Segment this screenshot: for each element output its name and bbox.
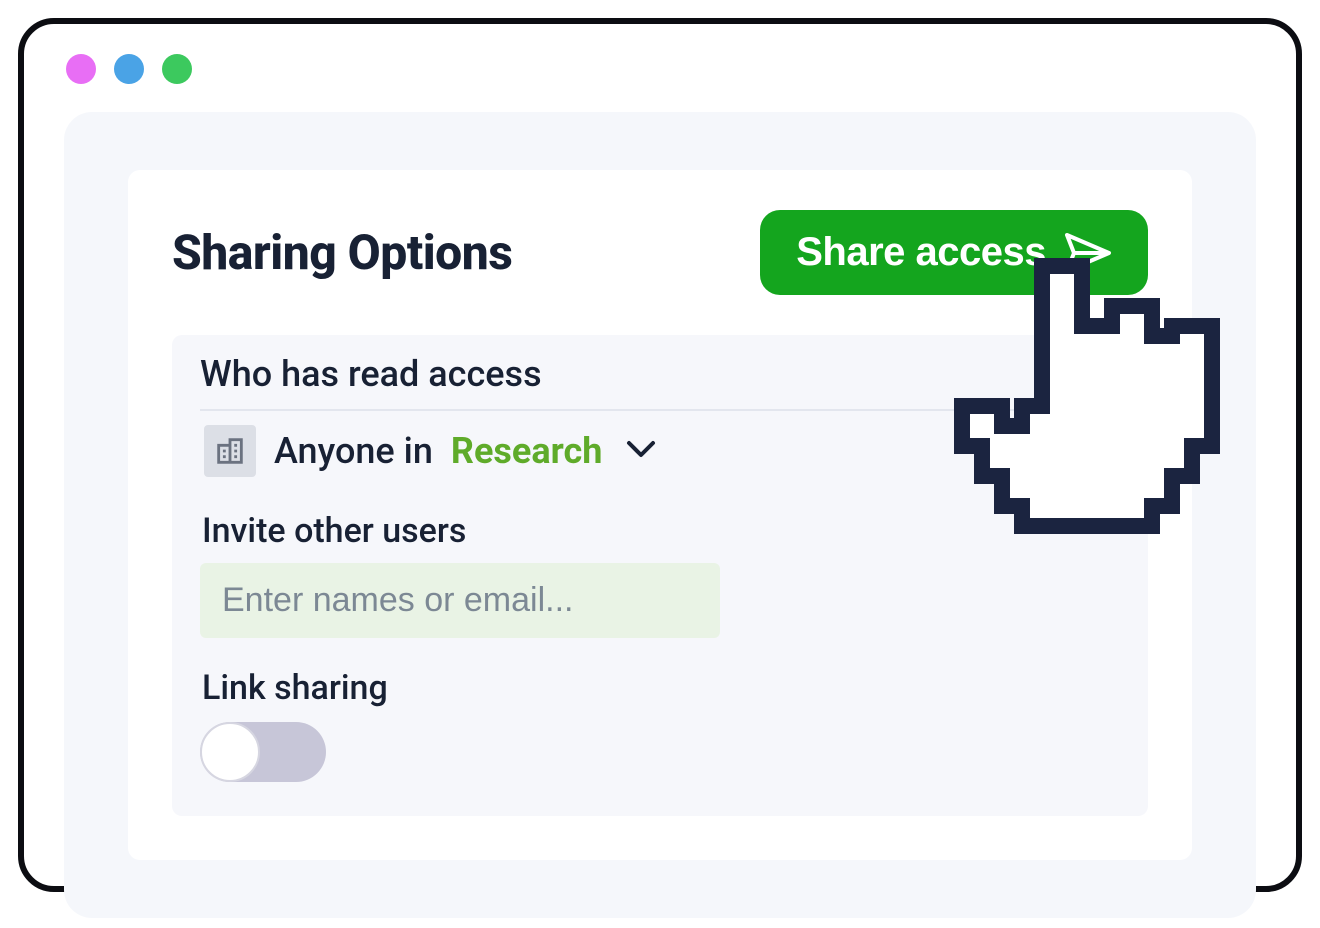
window-close-dot[interactable] [66, 54, 96, 84]
access-scope-value: Research [451, 430, 602, 472]
chevron-down-icon [626, 439, 656, 463]
toggle-knob [200, 722, 260, 782]
access-scope-row: Anyone in Research [200, 411, 1120, 505]
link-sharing-label: Link sharing [202, 668, 1120, 708]
link-sharing-block: Link sharing [200, 668, 1120, 782]
organization-icon [204, 425, 256, 477]
sharing-card: Sharing Options Share access Who has rea… [128, 170, 1192, 860]
app-window: Sharing Options Share access Who has rea… [18, 18, 1302, 892]
access-section: Who has read access Anyone in Research [172, 335, 1148, 816]
panel: Sharing Options Share access Who has rea… [64, 112, 1256, 918]
send-icon [1064, 231, 1112, 275]
share-access-button[interactable]: Share access [760, 210, 1148, 295]
card-header: Sharing Options Share access [172, 210, 1148, 295]
access-section-title: Who has read access [200, 353, 1120, 411]
window-controls [24, 24, 1296, 84]
card-title: Sharing Options [172, 224, 512, 281]
link-sharing-toggle[interactable] [200, 722, 326, 782]
access-scope-dropdown[interactable] [620, 433, 662, 469]
window-zoom-dot[interactable] [162, 54, 192, 84]
access-prefix: Anyone in [274, 430, 433, 472]
share-access-button-label: Share access [796, 230, 1046, 275]
invite-label: Invite other users [202, 511, 1120, 551]
invite-input[interactable] [200, 563, 720, 638]
window-minimize-dot[interactable] [114, 54, 144, 84]
